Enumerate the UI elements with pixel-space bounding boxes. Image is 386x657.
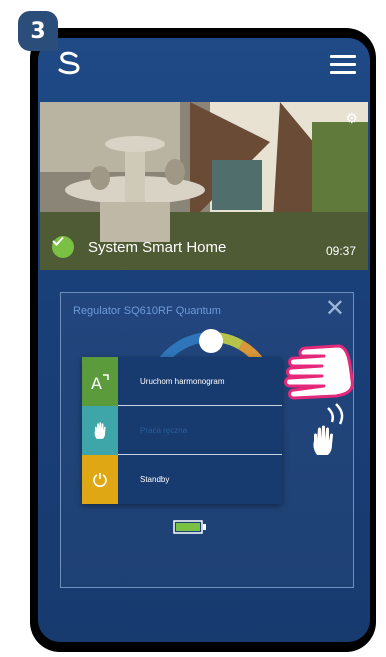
mode-label-standby: Standby xyxy=(140,475,170,484)
close-icon[interactable]: ✕ xyxy=(325,297,345,321)
check-icon xyxy=(52,236,74,258)
mode-standby[interactable]: Standby xyxy=(82,455,282,504)
mode-auto-schedule[interactable]: A Uruchom harmonogram xyxy=(82,357,282,406)
pointing-hand-icon xyxy=(284,344,354,425)
mode-manual[interactable]: Praca ręczna xyxy=(82,406,282,455)
panel-title: Regulator SQ610RF Quantum xyxy=(73,305,221,317)
app-logo-icon xyxy=(58,51,80,75)
battery-icon xyxy=(173,520,206,534)
mode-label-manual: Praca ręczna xyxy=(140,426,188,435)
step-badge: 3 xyxy=(18,11,58,51)
top-bar xyxy=(38,38,370,88)
mode-menu: A Uruchom harmonogram Praca ręczna Stand… xyxy=(82,357,282,504)
clock-time: 09:37 xyxy=(325,244,356,258)
gear-icon[interactable]: ⚙ xyxy=(345,110,358,127)
hand-icon xyxy=(82,406,118,455)
auto-schedule-icon: A xyxy=(82,357,118,406)
app-screen: ⚙ System Smart Home 09:37 Regulator SQ61… xyxy=(38,38,370,642)
power-icon xyxy=(82,455,118,504)
mode-label-schedule: Uruchom harmonogram xyxy=(140,377,225,386)
hamburger-menu-icon[interactable] xyxy=(330,55,356,74)
home-title: System Smart Home xyxy=(88,238,227,256)
status-row: System Smart Home xyxy=(52,236,226,258)
home-photo-card[interactable]: ⚙ System Smart Home 09:37 xyxy=(40,102,368,270)
svg-text:A: A xyxy=(91,374,102,391)
